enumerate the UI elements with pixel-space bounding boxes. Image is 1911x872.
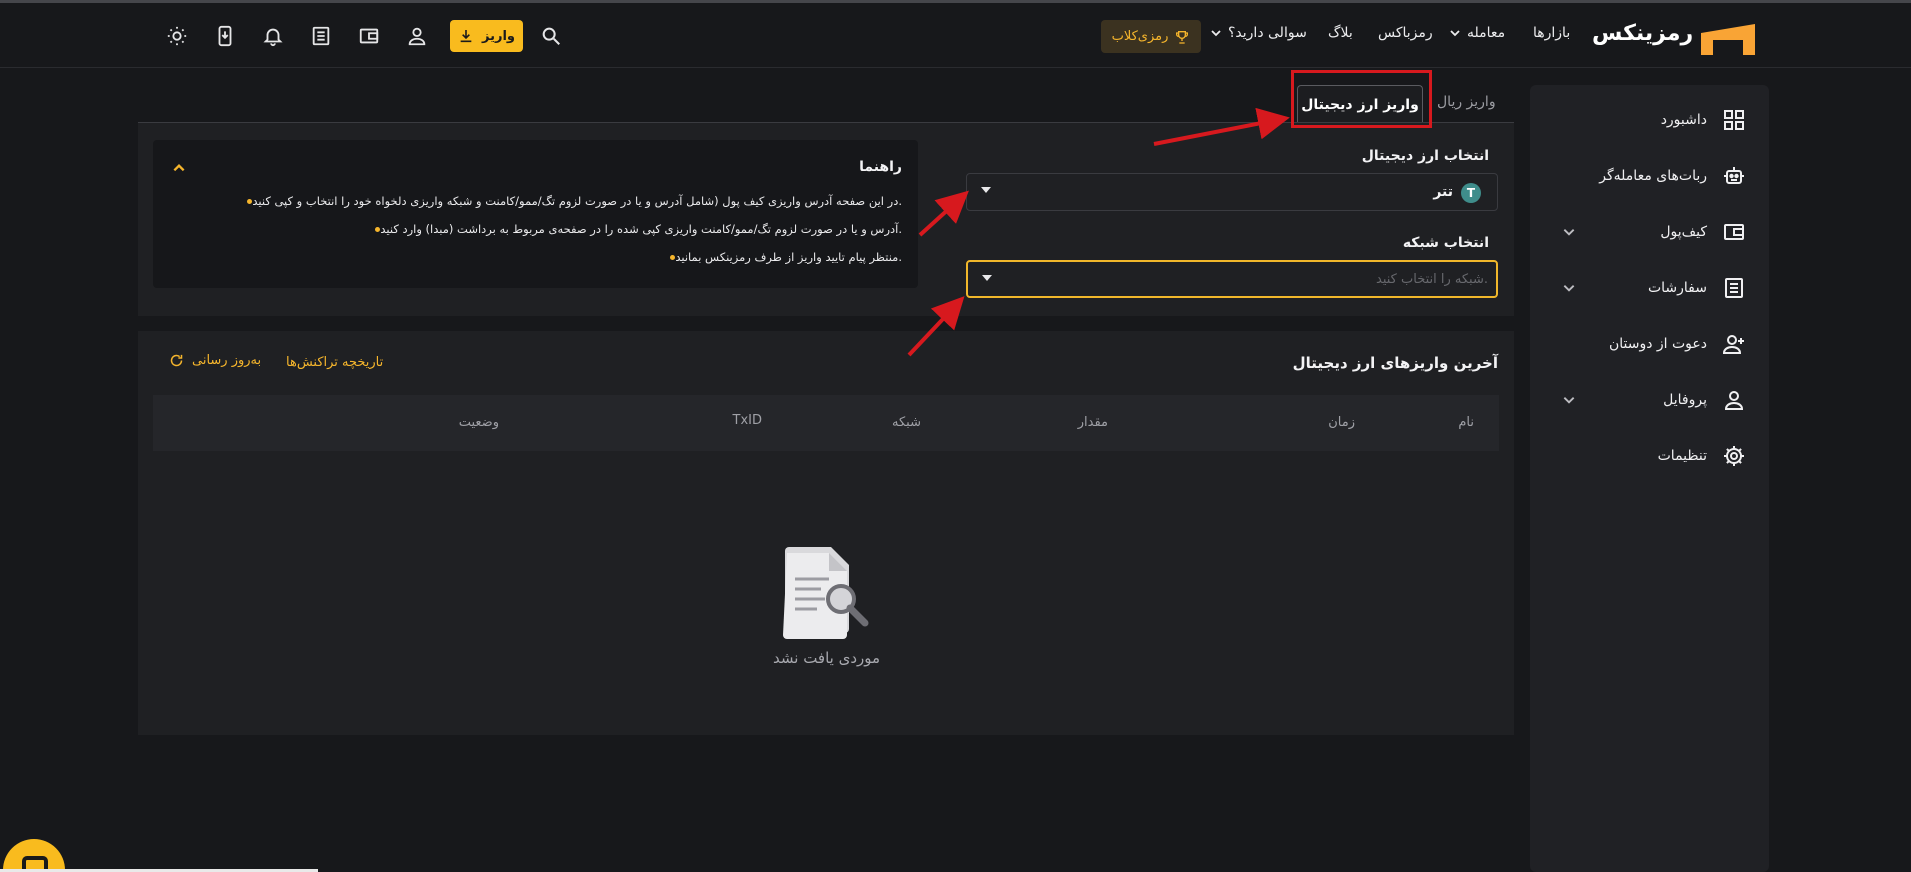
brand-name: رمزینکس [1592, 21, 1694, 46]
deposit-button-label: واریز [482, 28, 515, 44]
search-icon[interactable] [535, 20, 567, 52]
chevron-down-icon [1563, 397, 1575, 404]
wallet-icon [1721, 219, 1747, 245]
refresh-link[interactable]: به‌روز رسانی [169, 353, 261, 368]
currency-selected-value: تتر [1433, 184, 1453, 200]
transaction-history-link[interactable]: تاریخچه تراکنش‌ها [286, 355, 383, 370]
ramzi-club-button[interactable]: رمزی‌کلاب [1101, 20, 1201, 53]
network-select-label: انتخاب شبکه [1402, 235, 1489, 251]
guide-title: راهنما [859, 159, 902, 175]
brand-logo-icon[interactable] [1701, 24, 1755, 55]
guide-item: در این صفحه آدرس واریزی کیف پول (شامل آد… [237, 194, 902, 208]
download-icon [460, 30, 472, 43]
sidebar-item-trading-bots[interactable]: ربات‌های معامله‌گر [1530, 158, 1769, 194]
tether-coin-icon: T [1461, 183, 1481, 203]
guide-item-text: آدرس و یا در صورت لزوم تگ/ممو/کامنت واری… [380, 222, 902, 236]
sidebar: داشبورد ربات‌های معامله‌گر کیف‌پول سفارش… [1530, 85, 1769, 872]
sidebar-item-dashboard[interactable]: داشبورد [1530, 102, 1769, 138]
column-header-status: وضعیت [458, 415, 499, 430]
robot-icon [1721, 163, 1747, 189]
top-header: واریز رمزی‌کلاب سوالی دارید؟ بلاگ رمزباک… [0, 3, 1911, 68]
sidebar-item-wallet[interactable]: کیف‌پول [1530, 214, 1769, 250]
deposit-button[interactable]: واریز [450, 20, 523, 52]
gear-icon [1721, 443, 1747, 469]
sidebar-item-profile[interactable]: پروفایل [1530, 382, 1769, 418]
user-profile-icon [1721, 387, 1747, 413]
sidebar-item-invite-friends[interactable]: دعوت از دوستان [1530, 326, 1769, 362]
column-header-time: زمان [1328, 415, 1355, 430]
mobile-app-download-icon[interactable] [209, 20, 241, 52]
refresh-icon [170, 354, 183, 367]
guide-item: آدرس و یا در صورت لزوم تگ/ممو/کامنت واری… [365, 222, 902, 236]
sidebar-item-label: داشبورد [1660, 112, 1707, 128]
caret-down-icon [981, 187, 991, 193]
theme-toggle-sun-icon[interactable] [161, 20, 193, 52]
chevron-up-icon[interactable] [172, 161, 186, 175]
orders-list-icon[interactable] [305, 20, 337, 52]
trophy-icon [1176, 30, 1189, 44]
network-select-placeholder: شبکه را انتخاب کنید. [1376, 272, 1488, 287]
empty-state-text: موردی یافت نشد [773, 649, 881, 667]
empty-document-search-icon [783, 547, 869, 639]
dashboard-grid-icon [1721, 107, 1747, 133]
sidebar-item-label: پروفایل [1663, 392, 1707, 408]
user-profile-icon[interactable] [401, 20, 433, 52]
sidebar-item-settings[interactable]: تنظیمات [1530, 438, 1769, 474]
nav-faq-label: سوالی دارید؟ [1228, 25, 1307, 41]
sidebar-item-label: دعوت از دوستان [1608, 336, 1707, 352]
annotation-highlight-box [1291, 70, 1432, 128]
column-header-txid: TxID [732, 413, 762, 428]
nav-blog-label: بلاگ [1328, 25, 1353, 41]
table-header: نام زمان مقدار شبکه TxID وضعیت [153, 395, 1499, 451]
nav-markets[interactable]: بازارها [1533, 25, 1570, 41]
network-select[interactable]: شبکه را انتخاب کنید. [966, 260, 1498, 298]
nav-ramzibox[interactable]: رمزباکس [1378, 25, 1433, 41]
orders-list-icon [1721, 275, 1747, 301]
chevron-down-icon [1450, 30, 1460, 37]
guide-box: راهنما در این صفحه آدرس واریزی کیف پول (… [153, 140, 918, 288]
sidebar-item-label: تنظیمات [1657, 448, 1707, 464]
sidebar-item-label: کیف‌پول [1660, 224, 1707, 240]
guide-item-text: منتظر پیام تایید واریز از طرف رمزینکس بم… [675, 250, 902, 264]
nav-trade-label: معامله [1467, 25, 1506, 41]
nav-blog[interactable]: بلاگ [1328, 25, 1353, 41]
chevron-down-icon [1563, 285, 1575, 292]
column-header-amount: مقدار [1077, 415, 1108, 430]
currency-select[interactable]: T تتر [966, 173, 1498, 211]
caret-down-icon [982, 275, 992, 281]
nav-markets-label: بازارها [1533, 25, 1571, 41]
wallet-icon[interactable] [353, 20, 385, 52]
currency-select-label: انتخاب ارز دیجیتال [1361, 148, 1489, 164]
guide-item-text: در این صفحه آدرس واریزی کیف پول (شامل آد… [252, 194, 902, 208]
refresh-link-label: به‌روز رسانی [192, 353, 262, 368]
chevron-down-icon [1211, 30, 1221, 37]
recent-deposits-title: آخرین واریزهای ارز دیجیتال [1292, 354, 1498, 372]
club-label: رمزی‌کلاب [1111, 29, 1169, 44]
notifications-bell-icon[interactable] [257, 20, 289, 52]
column-header-network: شبکه [892, 415, 921, 430]
nav-faq[interactable]: سوالی دارید؟ [1210, 25, 1307, 41]
chevron-down-icon [1563, 229, 1575, 236]
column-header-name: نام [1458, 415, 1474, 430]
guide-item: منتظر پیام تایید واریز از طرف رمزینکس بم… [660, 250, 902, 264]
recent-deposits-panel: آخرین واریزهای ارز دیجیتال تاریخچه تراکن… [138, 331, 1514, 735]
sidebar-item-label: ربات‌های معامله‌گر [1599, 168, 1707, 184]
nav-ramzibox-label: رمزباکس [1378, 25, 1433, 41]
sidebar-item-label: سفارشات [1647, 280, 1707, 296]
nav-trade[interactable]: معامله [1449, 25, 1505, 41]
sidebar-item-orders[interactable]: سفارشات [1530, 270, 1769, 306]
tab-rial-deposit[interactable]: واریز ریال [1437, 94, 1496, 110]
add-user-icon [1721, 331, 1747, 357]
